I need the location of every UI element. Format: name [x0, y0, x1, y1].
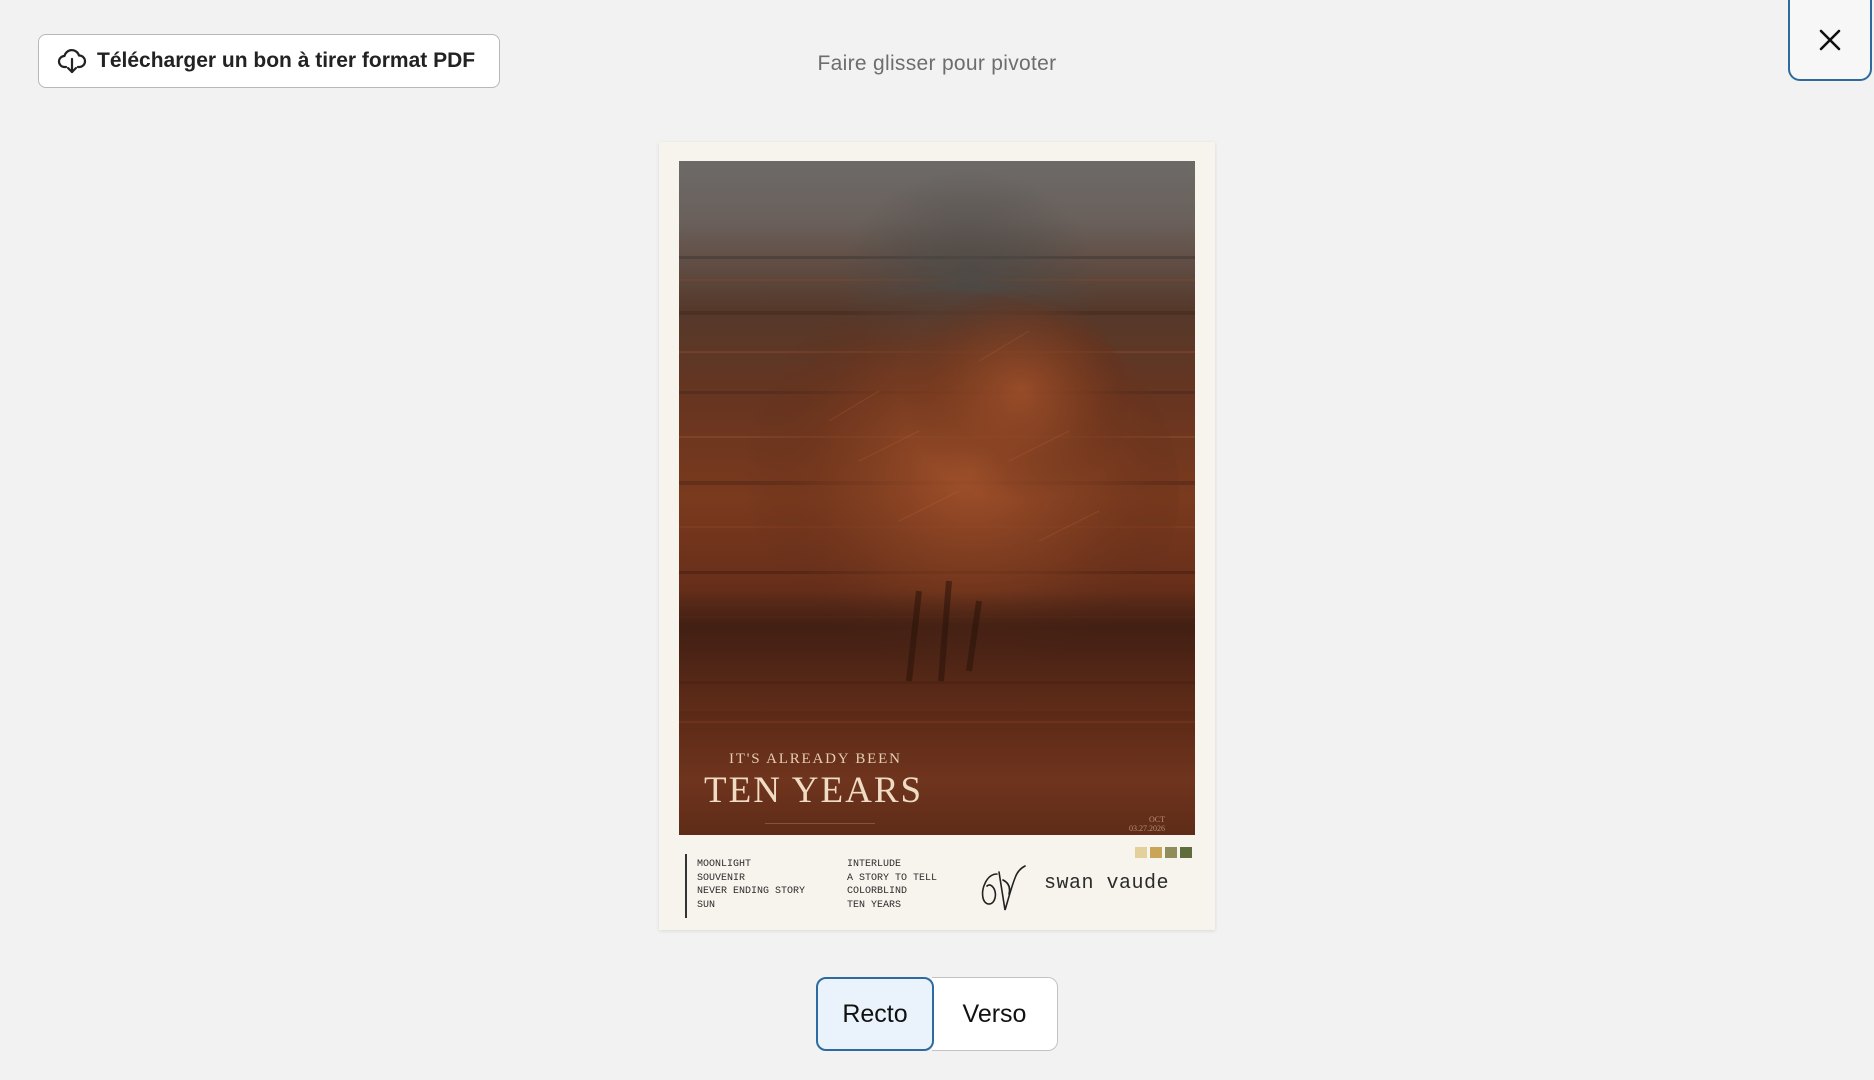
color-swatch — [1135, 847, 1147, 858]
track-item: SUN — [697, 899, 716, 911]
color-swatches — [1135, 847, 1192, 858]
side-toggle: Recto Verso — [816, 977, 1058, 1051]
track-item: NEVER ENDING STORY — [697, 886, 806, 897]
artist-name: swan vaude — [1044, 872, 1170, 895]
color-swatch — [1165, 847, 1177, 858]
color-swatch — [1180, 847, 1192, 858]
poster-photo: IT'S ALREADY BEEN TEN YEARS OCT 03.27.20… — [679, 161, 1195, 835]
poster-date-line-2: 03.27.2026 — [1129, 824, 1165, 833]
track-item: MOONLIGHT — [697, 859, 752, 870]
track-item: COLORBLIND — [847, 886, 908, 897]
poster-preview[interactable]: IT'S ALREADY BEEN TEN YEARS OCT 03.27.20… — [659, 142, 1215, 930]
poster-title: TEN YEARS — [704, 770, 924, 811]
track-item: TEN YEARS — [847, 899, 902, 911]
poster-divider — [765, 823, 875, 824]
poster-date-line-1: OCT — [1149, 815, 1165, 824]
track-item: SOUVENIR — [697, 872, 746, 884]
track-item: A STORY TO TELL — [847, 872, 938, 884]
recto-button[interactable]: Recto — [816, 977, 934, 1051]
poster-date: OCT 03.27.2026 — [1129, 815, 1165, 833]
poster-subtitle: IT'S ALREADY BEEN — [729, 751, 902, 767]
tracklist-left: MOONLIGHT SOUVENIR NEVER ENDING STORY SU… — [697, 858, 805, 912]
verso-button[interactable]: Verso — [932, 977, 1058, 1051]
track-item: INTERLUDE — [847, 859, 902, 870]
close-button[interactable] — [1788, 0, 1872, 81]
signature-icon — [981, 865, 1026, 911]
tracklist-right: INTERLUDE A STORY TO TELL COLORBLIND TEN… — [847, 858, 937, 912]
rotate-hint: Faire glisser pour pivoter — [817, 52, 1057, 75]
close-icon — [1819, 29, 1841, 50]
color-swatch — [1150, 847, 1162, 858]
tracklist-rule — [685, 854, 687, 918]
